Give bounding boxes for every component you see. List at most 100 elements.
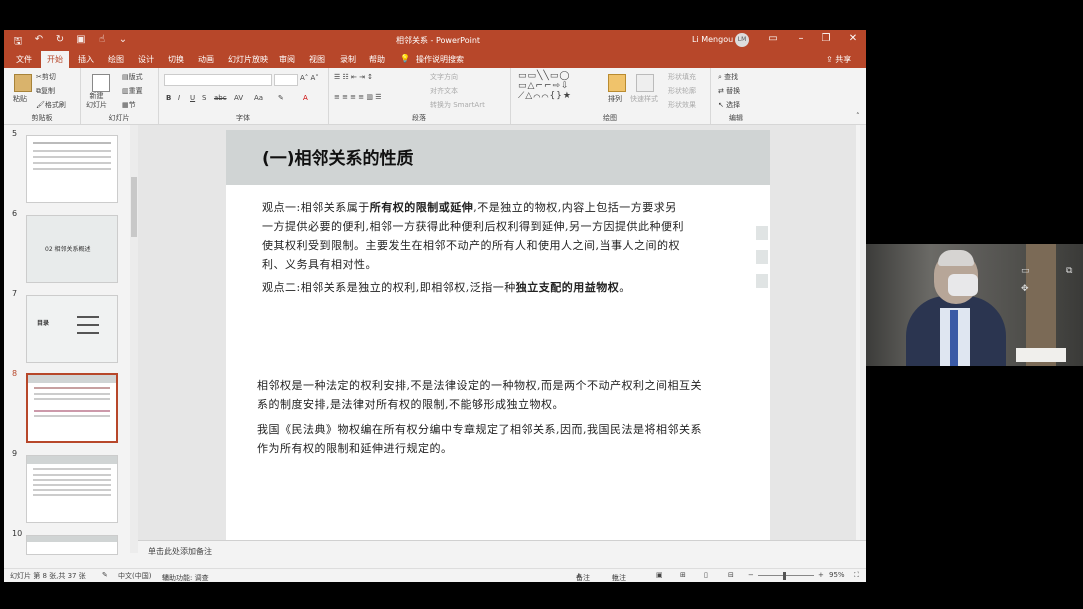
- arrange-icon[interactable]: [608, 74, 626, 92]
- slide-thumbnail-10[interactable]: [26, 535, 118, 555]
- shapes-gallery[interactable]: ▭▭╲╲▭◯ ▭△⌐⌐⇨⇩ ⟋△⌒⌒{}★: [518, 71, 572, 101]
- tab-design[interactable]: 设计: [138, 54, 154, 65]
- slide-thumbnail-8[interactable]: [26, 373, 118, 443]
- collapse-ribbon-icon[interactable]: ˄: [856, 112, 860, 120]
- present-icon[interactable]: ▣: [75, 34, 87, 51]
- cut-button[interactable]: ✂剪切: [36, 72, 56, 82]
- align-text-button[interactable]: 对齐文本: [430, 86, 458, 96]
- undo-icon[interactable]: ↶: [33, 34, 45, 51]
- p2-text-c: 。: [619, 281, 631, 294]
- tab-draw[interactable]: 绘图: [108, 54, 124, 65]
- slide-thumbnail-6[interactable]: 02 相邻关系概述: [26, 215, 118, 283]
- viewpoint-one[interactable]: 观点一:相邻关系属于所有权的限制或延伸,不是独立的物权,内容上包括一方要求另一方…: [262, 198, 688, 274]
- tab-slideshow[interactable]: 幻灯片放映: [228, 54, 268, 65]
- font-color-icon[interactable]: A: [303, 94, 308, 102]
- redo-icon[interactable]: ↻: [54, 34, 66, 51]
- current-slide[interactable]: (一)相邻关系的性质 观点一:相邻关系属于所有权的限制或延伸,不是独立的物权,内…: [226, 130, 770, 540]
- new-slide-button[interactable]: 新建 幻灯片: [86, 92, 107, 110]
- tab-file[interactable]: 文件: [16, 54, 32, 65]
- tab-transitions[interactable]: 切换: [168, 54, 184, 65]
- scrollbar-thumb[interactable]: [131, 177, 137, 237]
- cam-control-icon[interactable]: ▭: [1021, 266, 1030, 276]
- user-name[interactable]: Li Mengou: [692, 35, 733, 44]
- format-painter-button[interactable]: 🖌格式刷: [36, 100, 66, 110]
- notes-pane[interactable]: 单击此处添加备注: [138, 540, 866, 561]
- shape-effects-button[interactable]: 形状效果: [668, 100, 696, 110]
- font-grow-icon[interactable]: A˄ A˅: [300, 74, 319, 82]
- font-size-combo[interactable]: [274, 74, 298, 86]
- tab-home[interactable]: 开始: [41, 51, 69, 68]
- zoom-level[interactable]: 95%: [829, 571, 845, 579]
- language-status[interactable]: 中文(中国): [118, 571, 151, 581]
- replace-button[interactable]: ⇄ 替换: [718, 86, 740, 96]
- search-box[interactable]: 操作说明搜索: [416, 54, 464, 65]
- zoom-out-icon[interactable]: −: [748, 571, 754, 579]
- paragraph-three[interactable]: 相邻权是一种法定的权利安排,不是法律设定的一种物权,而是两个不动产权利之间相互关…: [257, 376, 709, 414]
- shape-outline-button[interactable]: 形状轮廓: [668, 86, 696, 96]
- change-case-icon[interactable]: Aa: [254, 94, 263, 102]
- slide-thumbnail-5[interactable]: [26, 135, 118, 203]
- group-paragraph: ☰ ☷ ⇤ ⇥ ↕ ≡ ≡ ≡ ≡ ▥ ☰ 文字方向 对齐文本 转换为 Smar…: [328, 68, 511, 124]
- zoom-slider-thumb[interactable]: [783, 572, 786, 580]
- minimize-icon[interactable]: –: [794, 33, 808, 44]
- thumbnails-scrollbar[interactable]: [130, 125, 138, 553]
- restore-icon[interactable]: ❐: [819, 33, 833, 44]
- paragraph-four[interactable]: 我国《民法典》物权编在所有权分编中专章规定了相邻关系,因而,我国民法是将相邻关系…: [257, 420, 709, 458]
- comments-label: 批注: [612, 574, 626, 582]
- smartart-button[interactable]: 转换为 SmartArt: [430, 100, 485, 110]
- tab-help[interactable]: 帮助: [369, 54, 385, 65]
- bold-button[interactable]: B: [166, 94, 171, 102]
- spellcheck-icon[interactable]: ✎: [102, 571, 108, 579]
- highlight-icon[interactable]: ✎: [278, 94, 284, 102]
- avatar[interactable]: LM: [735, 33, 749, 47]
- paste-icon[interactable]: [14, 74, 32, 92]
- select-button[interactable]: ↖ 选择: [718, 100, 740, 110]
- tab-view[interactable]: 视图: [309, 54, 325, 65]
- quick-styles-button[interactable]: 快速样式: [630, 94, 658, 104]
- font-name-combo[interactable]: [164, 74, 272, 86]
- tab-insert[interactable]: 插入: [78, 54, 94, 65]
- close-icon[interactable]: ✕: [846, 33, 860, 44]
- text-direction-button[interactable]: 文字方向: [430, 72, 458, 82]
- bullets-icon[interactable]: ☰ ☷ ⇤ ⇥ ↕: [334, 73, 373, 81]
- zoom-in-icon[interactable]: +: [818, 571, 824, 579]
- shape-fill-button[interactable]: 形状填充: [668, 72, 696, 82]
- tab-review[interactable]: 审阅: [279, 54, 295, 65]
- strike-icon[interactable]: abc: [214, 94, 227, 102]
- cam-popout-icon[interactable]: ⧉: [1066, 266, 1072, 276]
- arrange-button[interactable]: 排列: [608, 94, 622, 104]
- section-button[interactable]: ▦节: [122, 100, 136, 110]
- italic-button[interactable]: I: [178, 94, 180, 102]
- slideshow-icon[interactable]: ⊟: [728, 571, 734, 579]
- char-spacing-icon[interactable]: AV: [234, 94, 243, 102]
- customize-icon[interactable]: ⌄: [117, 34, 129, 51]
- zoom-slider[interactable]: [758, 575, 814, 576]
- copy-button[interactable]: ⧉复制: [36, 86, 55, 96]
- fit-slide-icon[interactable]: ⛶: [854, 571, 859, 580]
- quick-styles-icon[interactable]: [636, 74, 654, 92]
- viewpoint-two[interactable]: 观点二:相邻关系是独立的权利,即相邻权,泛指一种独立支配的用益物权。: [262, 278, 688, 297]
- underline-button[interactable]: U: [190, 94, 195, 102]
- share-button[interactable]: ⇪ 共享: [826, 54, 851, 65]
- layout-button[interactable]: ▤版式: [122, 72, 143, 82]
- find-button[interactable]: ⌕ 查找: [718, 72, 738, 82]
- strikethrough-button[interactable]: S: [202, 94, 206, 102]
- ribbon-display-icon[interactable]: ▭: [766, 33, 780, 44]
- clipboard-group-label: 剪贴板: [31, 114, 53, 122]
- touch-mode-icon[interactable]: ☝: [96, 34, 108, 51]
- slide-thumbnail-9[interactable]: [26, 455, 118, 523]
- tab-animations[interactable]: 动画: [198, 54, 214, 65]
- tab-record[interactable]: 录制: [340, 54, 356, 65]
- find-label: 查找: [724, 73, 739, 81]
- normal-view-icon[interactable]: ▣: [656, 571, 663, 579]
- slide-sorter-icon[interactable]: ⊞: [680, 571, 686, 579]
- reading-view-icon[interactable]: ▯: [704, 571, 708, 579]
- new-slide-icon[interactable]: [92, 74, 110, 92]
- reset-button[interactable]: ▥重置: [122, 86, 143, 96]
- cam-expand-icon[interactable]: ✥: [1021, 284, 1029, 294]
- save-icon[interactable]: 🖫: [12, 34, 24, 51]
- paste-button[interactable]: 粘贴: [13, 94, 27, 104]
- slide-thumbnail-7[interactable]: 目录: [26, 295, 118, 363]
- align-icons[interactable]: ≡ ≡ ≡ ≡ ▥ ☰: [334, 93, 381, 101]
- slide-title[interactable]: (一)相邻关系的性质: [262, 144, 414, 169]
